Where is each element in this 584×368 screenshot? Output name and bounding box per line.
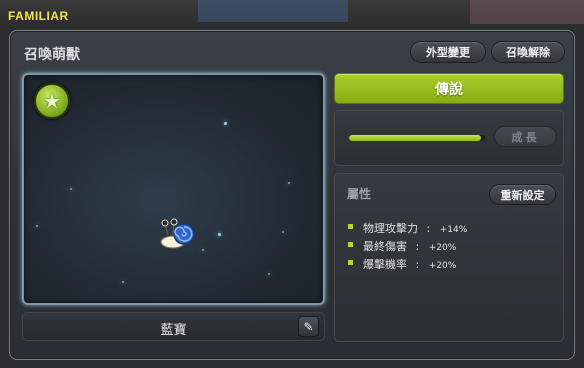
- attribute-separator: :: [415, 258, 420, 271]
- growth-section: 成長: [334, 110, 564, 166]
- sparkle: [288, 182, 290, 184]
- bullet-icon: [348, 260, 353, 265]
- attribute-name: 物理攻擊力: [363, 222, 418, 235]
- attribute-separator: :: [426, 222, 431, 235]
- pencil-icon[interactable]: ✎: [298, 316, 319, 337]
- sparkle: [202, 249, 204, 251]
- sparkle: [282, 231, 284, 233]
- growth-progress-bar: [349, 135, 485, 141]
- blue-snail-icon: [160, 218, 195, 249]
- attribute-value: +20%: [428, 243, 457, 253]
- bullet-icon: [348, 224, 353, 229]
- window-title: FAMILIAR: [8, 9, 69, 23]
- attribute-item: 爆擊機率 : +20%: [347, 256, 467, 274]
- familiar-name-bar: 藍寶 ✎: [22, 312, 325, 341]
- bullet-icon: [348, 242, 353, 247]
- attribute-name: 最終傷害: [363, 240, 407, 253]
- summon-dismiss-button[interactable]: 召喚解除: [491, 41, 565, 63]
- sparkle: [70, 188, 72, 190]
- growth-button[interactable]: 成長: [494, 126, 557, 147]
- attribute-name: 爆擊機率: [363, 258, 407, 271]
- appearance-change-button[interactable]: 外型變更: [410, 41, 486, 63]
- attributes-section: 屬性 重新設定 物理攻擊力 : +14% 最終傷害 : +20% 爆擊機率 : …: [334, 173, 564, 342]
- sparkle: [268, 273, 270, 275]
- star-badge-icon[interactable]: ★: [34, 83, 70, 119]
- sparkle: [122, 281, 124, 283]
- sparkle: [36, 225, 38, 227]
- attribute-item: 最終傷害 : +20%: [347, 238, 467, 256]
- attribute-value: +14%: [439, 225, 468, 235]
- sparkle: [218, 233, 221, 236]
- attribute-item: 物理攻擊力 : +14%: [347, 220, 467, 238]
- familiar-display: ★: [22, 73, 325, 305]
- sparkle: [224, 122, 227, 125]
- attributes-title: 屬性: [347, 187, 372, 201]
- attribute-list: 物理攻擊力 : +14% 最終傷害 : +20% 爆擊機率 : +20%: [347, 220, 467, 274]
- familiar-name: 藍寶: [160, 323, 187, 338]
- growth-progress-fill: [349, 135, 481, 141]
- panel-title: 召喚萌獸: [24, 47, 80, 63]
- rarity-legend-button[interactable]: 傳說: [334, 73, 564, 104]
- familiar-window: FAMILIAR 召喚萌獸 外型變更 召喚解除 ★ 藍寶 ✎ 傳說 成長 屬性 …: [0, 0, 584, 368]
- reset-button[interactable]: 重新設定: [489, 184, 556, 205]
- attribute-separator: :: [415, 240, 420, 253]
- attribute-value: +20%: [428, 261, 457, 271]
